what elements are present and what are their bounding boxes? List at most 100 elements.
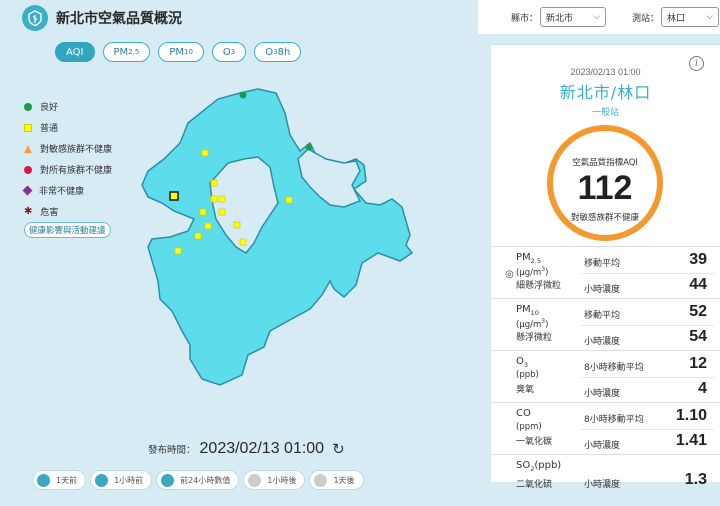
tab-o3[interactable]: O3: [211, 42, 247, 62]
station-marker-moderate[interactable]: [194, 232, 202, 240]
metric-value: 54: [689, 328, 707, 345]
station-marker-moderate[interactable]: [199, 208, 207, 216]
leaf-logo-icon: [22, 5, 48, 31]
publish-time: 發布時間： 2023/02/13 01:00 ↻: [148, 440, 345, 458]
tab-label: PM: [113, 46, 129, 58]
metric-label: 小時濃度: [584, 480, 621, 490]
tab-sub: 2.5: [128, 48, 140, 56]
legend-item-very-unhealthy: 非常不健康: [22, 180, 112, 201]
health-advice-link[interactable]: 健康影響與活動建議: [24, 222, 111, 238]
legend-label: 非常不健康: [39, 187, 85, 197]
station-marker-moderate[interactable]: [204, 222, 212, 230]
unit-end: ): [545, 319, 549, 330]
triangle-icon: [24, 144, 32, 153]
new-taipei-map: [141, 88, 414, 386]
metric-value: 1.3: [684, 471, 707, 488]
pollutant-symbol: PM: [516, 304, 531, 315]
pollutant-symbol: O: [516, 356, 524, 367]
time-button-1-day-before[interactable]: 1天前: [32, 470, 87, 490]
pollutant-sub: 2.5: [530, 257, 542, 265]
refresh-icon[interactable]: ↻: [332, 440, 345, 458]
legend-item-good: 良好: [24, 96, 112, 117]
pollutant-unit: (ppb): [516, 370, 539, 380]
row-divider: [581, 325, 714, 326]
time-dot-icon: [95, 473, 109, 487]
time-nav: 1天前 1小時前 前24小時數值 1小時後 1天後: [32, 470, 364, 490]
circle-icon: [24, 102, 32, 111]
target-icon: ◎: [505, 269, 514, 280]
legend-item-sensitive: 對敏感族群不健康: [24, 138, 112, 159]
time-dot-icon: [161, 473, 175, 487]
pollutant-desc: 二氧化硫: [516, 480, 553, 490]
row-divider: [581, 273, 714, 274]
station-marker-moderate[interactable]: [218, 208, 226, 216]
station-marker-good[interactable]: [305, 143, 313, 151]
legend: 良好 普通 對敏感族群不健康 對所有族群不健康 非常不健康 ✱ 危害: [22, 96, 112, 222]
pollutant-row-pm25: ◎ PM2.5 (μg/m3) 細懸浮微粒 移動平均 39 小時濃度 44: [491, 246, 720, 298]
unit-end: ): [545, 267, 549, 278]
pollutant-symbol: SO: [516, 460, 531, 471]
metric-value: 12: [689, 355, 707, 372]
pollutant-row-co: CO (ppm) 一氧化碳 8小時移動平均 1.10 小時濃度 1.41: [491, 402, 720, 454]
station-marker-moderate[interactable]: [218, 195, 226, 203]
pollutant-row-so2: SO2(ppb) 二氧化硫 小時濃度 1.3: [491, 454, 720, 506]
pollutant-desc: 臭氧: [516, 385, 535, 395]
tab-pm10[interactable]: PM 10: [158, 42, 204, 62]
station-marker-moderate[interactable]: [210, 179, 218, 187]
pollutant-tabs: AQI PM 2.5 PM 10 O3 O3 8h: [55, 42, 302, 62]
metric-value: 1.10: [675, 407, 707, 424]
county-value: 新北市: [546, 13, 574, 24]
time-label: 前24小時數值: [180, 475, 231, 485]
time-button-1-hour-after[interactable]: 1小時後: [243, 470, 306, 490]
station-marker-good[interactable]: [239, 91, 247, 99]
publish-label: 發布時間：: [148, 445, 196, 456]
pollutant-row-o3: O3 (ppb) 臭氧 8小時移動平均 12 小時濃度 4: [491, 350, 720, 402]
tab-aqi[interactable]: AQI: [55, 42, 95, 62]
station-marker-moderate[interactable]: [174, 247, 182, 255]
tab-o3-8h[interactable]: O3 8h: [254, 42, 302, 62]
time-button-1-hour-before[interactable]: 1小時前: [90, 470, 153, 490]
metric-label: 小時濃度: [584, 285, 621, 295]
station-marker-moderate[interactable]: [201, 149, 209, 157]
time-button-1-day-after[interactable]: 1天後: [309, 470, 364, 490]
observation-time: 2023/02/13 01:00: [570, 67, 641, 77]
chevron-down-icon: ⌵: [706, 12, 714, 22]
station-marker-moderate[interactable]: [285, 196, 293, 204]
pollutant-unit: (μg/m3): [516, 266, 548, 278]
page-title: 新北市空氣品質概況: [56, 11, 182, 27]
pollutant-list: ◎ PM2.5 (μg/m3) 細懸浮微粒 移動平均 39 小時濃度 44 PM…: [491, 246, 720, 506]
selector-bar: 縣市： 新北市 ⌵ 測站： 林口 ⌵: [478, 0, 720, 34]
metric-label: 8小時移動平均: [584, 363, 644, 373]
pollutant-desc: 一氧化碳: [516, 437, 553, 447]
chevron-down-icon: ⌵: [593, 12, 601, 22]
metric-value: 52: [689, 303, 707, 320]
pollutant-name: PM10: [516, 304, 539, 317]
pollutant-unit: (μg/m3): [516, 318, 548, 330]
pollutant-name: O3: [516, 356, 528, 369]
station-select[interactable]: 林口 ⌵: [661, 7, 720, 27]
metric-label: 移動平均: [584, 311, 621, 321]
station-marker-selected[interactable]: [169, 191, 179, 201]
time-label: 1天後: [333, 475, 355, 485]
aqi-status: 對敏感族群不健康: [570, 213, 639, 223]
station-marker-moderate[interactable]: [239, 238, 247, 246]
tab-pm25[interactable]: PM 2.5: [102, 42, 151, 62]
unit-text: (ppb): [516, 370, 539, 380]
tab-suffix: 8h: [277, 46, 291, 58]
legend-label: 良好: [40, 103, 59, 113]
county-select[interactable]: 新北市 ⌵: [540, 7, 607, 27]
tab-sub: 10: [183, 48, 193, 56]
station-marker-moderate[interactable]: [210, 195, 218, 203]
metric-label: 8小時移動平均: [584, 415, 644, 425]
time-button-previous-24h[interactable]: 前24小時數值: [156, 470, 240, 490]
tab-label: O: [265, 46, 274, 58]
station-card: i 2023/02/13 01:00 新北市/林口 一般站 空氣品質指標AQI …: [491, 44, 720, 490]
legend-label: 普通: [40, 124, 59, 134]
aqi-value: 112: [577, 169, 633, 207]
time-label: 1天前: [56, 475, 78, 485]
county-label: 縣市：: [511, 13, 539, 24]
station-marker-moderate[interactable]: [233, 221, 241, 229]
tab-label: AQI: [66, 46, 84, 58]
tab-label: PM: [169, 46, 184, 58]
metric-label: 小時濃度: [584, 441, 621, 451]
